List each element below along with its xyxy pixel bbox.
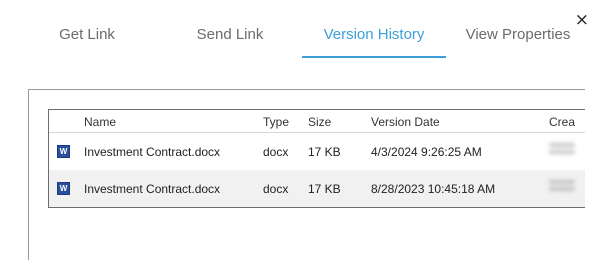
file-size: 17 KB xyxy=(308,182,341,196)
grid-header: Name Type Size Version Date Crea xyxy=(49,110,589,133)
file-size: 17 KB xyxy=(308,145,341,159)
version-history-panel: Name Type Size Version Date Crea W Inves… xyxy=(28,89,589,260)
word-doc-icon: W xyxy=(57,145,70,158)
tab-get-link[interactable]: Get Link xyxy=(58,16,116,56)
column-header-version-date[interactable]: Version Date xyxy=(371,115,440,129)
share-dialog: × Get Link Send Link Version History Vie… xyxy=(0,0,603,260)
file-name[interactable]: Investment Contract.docx xyxy=(84,182,220,196)
file-type: docx xyxy=(263,182,289,196)
created-by-redacted xyxy=(549,140,575,164)
file-type: docx xyxy=(263,145,289,159)
version-date: 4/3/2024 9:26:25 AM xyxy=(371,145,482,159)
column-header-size[interactable]: Size xyxy=(308,115,331,129)
version-date: 8/28/2023 10:45:18 AM xyxy=(371,182,496,196)
column-header-type[interactable]: Type xyxy=(263,115,289,129)
table-row[interactable]: W Investment Contract.docx docx 17 KB 8/… xyxy=(49,170,589,207)
file-name[interactable]: Investment Contract.docx xyxy=(84,145,220,159)
tab-version-history[interactable]: Version History xyxy=(302,16,446,58)
word-doc-icon: W xyxy=(57,182,70,195)
tab-view-properties[interactable]: View Properties xyxy=(462,16,574,56)
column-header-name[interactable]: Name xyxy=(84,115,116,129)
version-grid: Name Type Size Version Date Crea W Inves… xyxy=(48,109,589,208)
created-by-redacted xyxy=(549,177,575,201)
table-row[interactable]: W Investment Contract.docx docx 17 KB 4/… xyxy=(49,133,589,170)
panel-right-edge xyxy=(585,89,603,254)
tab-bar: Get Link Send Link Version History View … xyxy=(0,16,603,60)
tab-send-link[interactable]: Send Link xyxy=(196,16,264,56)
column-header-created[interactable]: Crea xyxy=(549,115,575,129)
